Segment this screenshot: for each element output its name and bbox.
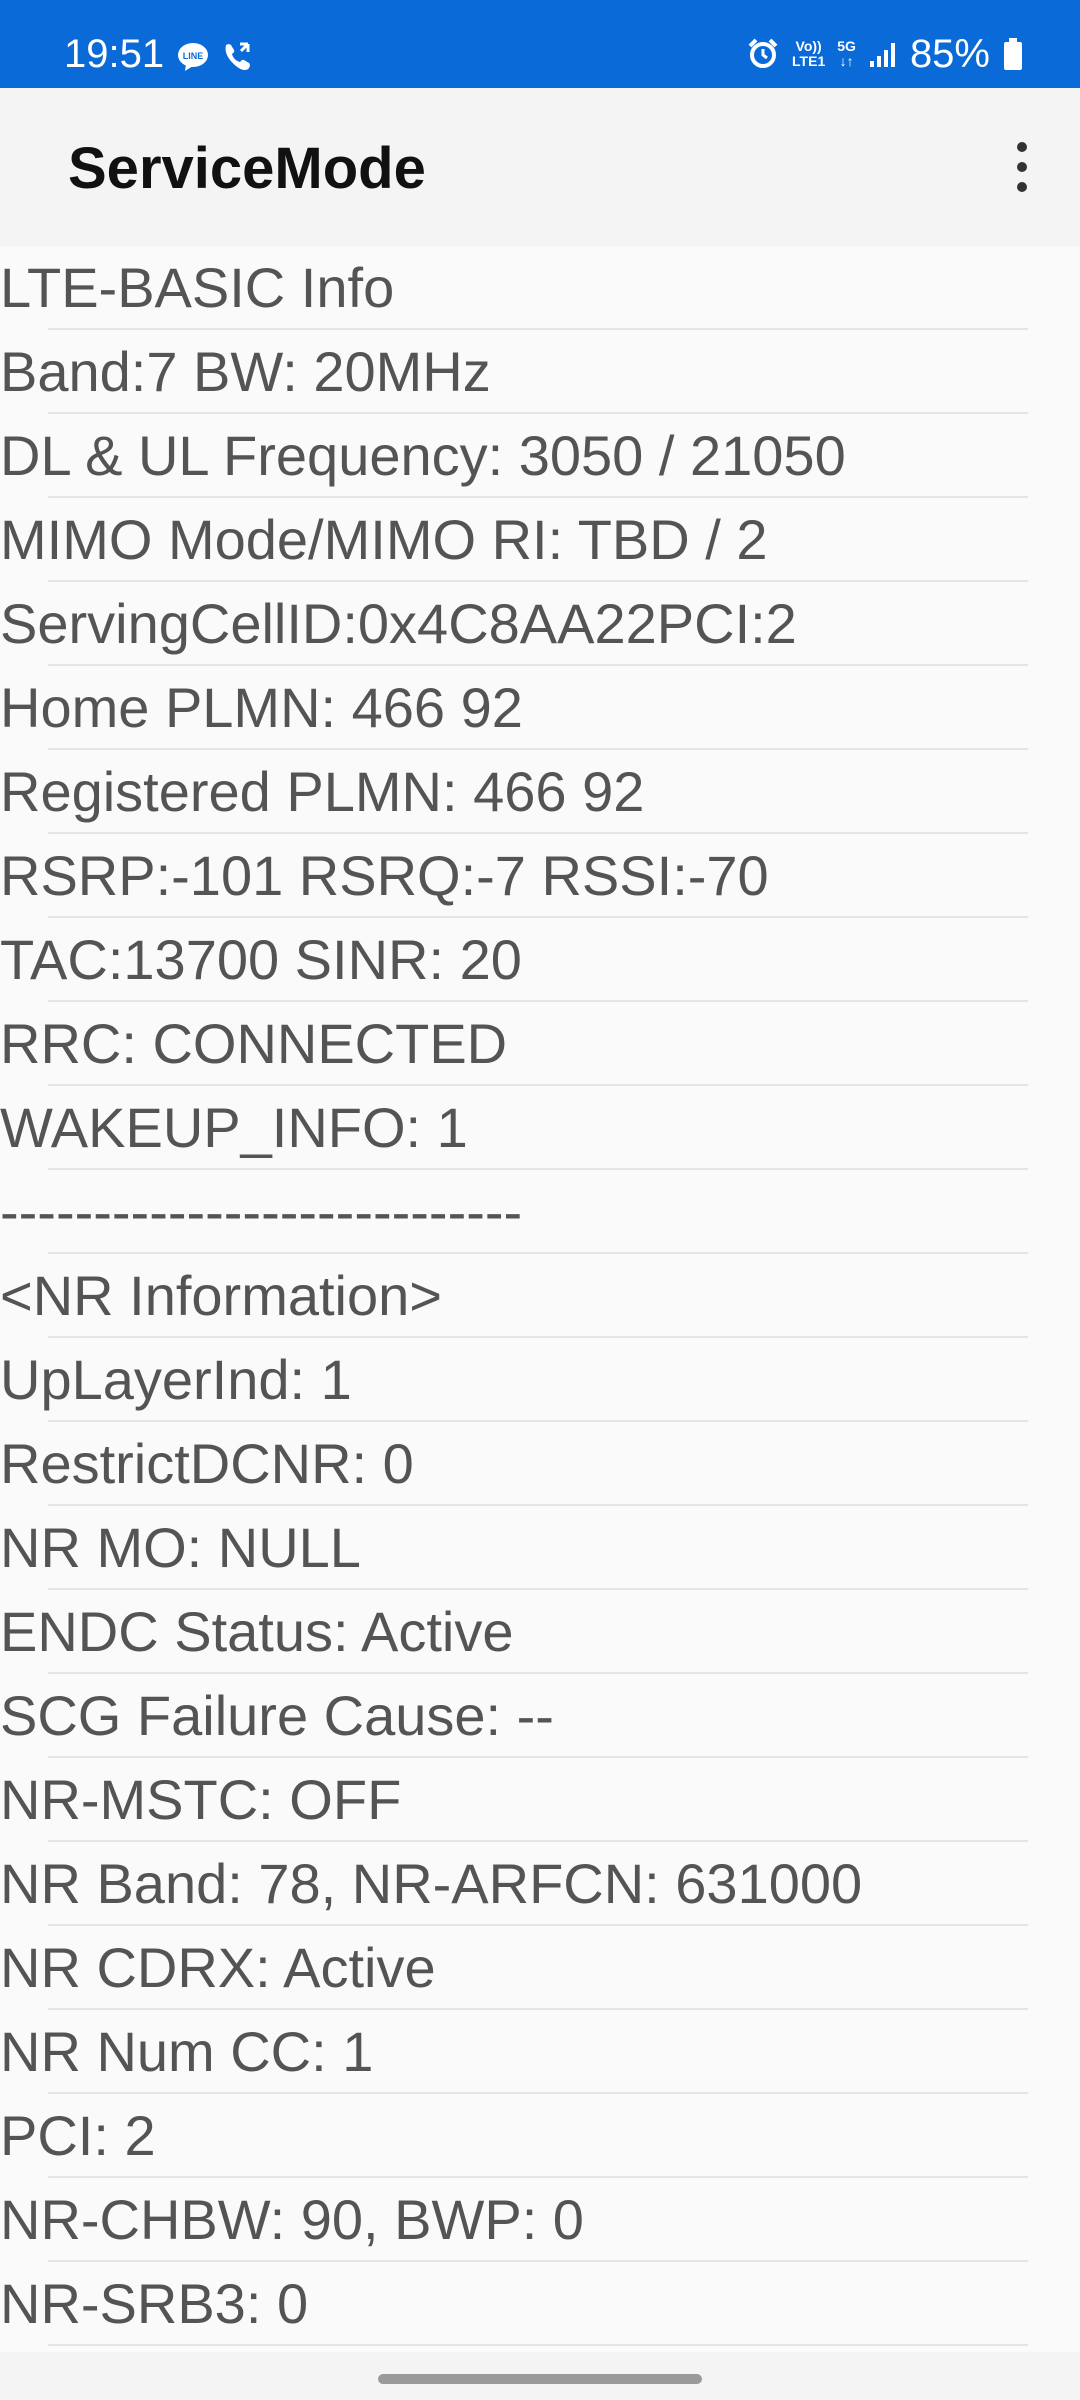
list-item-text: NR MO: NULL — [0, 1516, 361, 1579]
volte-line2: LTE1 — [792, 53, 826, 69]
list-item[interactable]: ENDC Status: Active — [0, 1590, 1080, 1674]
more-vert-icon — [1017, 142, 1027, 152]
more-options-button[interactable] — [982, 112, 1062, 222]
volte-icon: Vo)) LTE1 — [792, 39, 825, 69]
list-item-text: <NR Information> — [0, 1264, 442, 1327]
list-item-text: TAC:13700 SINR: 20 — [0, 928, 522, 991]
list-item-text: NR Band: 78, NR-ARFCN: 631000 — [0, 1852, 863, 1915]
list-item-text: MIMO Mode/MIMO RI: TBD / 2 — [0, 508, 768, 571]
battery-icon — [1004, 38, 1022, 70]
list-item-text: RSRP:-101 RSRQ:-7 RSSI:-70 — [0, 844, 769, 907]
more-vert-icon-dot — [1017, 182, 1027, 192]
list-item[interactable]: Band:7 BW: 20MHz — [0, 330, 1080, 414]
list-item-text: NR Num CC: 1 — [0, 2020, 374, 2083]
list-item-text: ServingCellID:0x4C8AA22PCI:2 — [0, 592, 797, 655]
list-item[interactable]: NR-SRB3: 0 — [0, 2262, 1080, 2346]
list-item[interactable]: LTE-BASIC Info — [0, 246, 1080, 330]
list-item[interactable]: SCG Failure Cause: -- — [0, 1674, 1080, 1758]
network-type: 5G — [837, 38, 856, 54]
signal-icon — [869, 43, 895, 67]
list-item[interactable]: Registered PLMN: 466 92 — [0, 750, 1080, 834]
list-item-text: WAKEUP_INFO: 1 — [0, 1096, 468, 1159]
list-item-text: Home PLMN: 466 92 — [0, 676, 523, 739]
list-item[interactable]: NR CDRX: Active — [0, 1926, 1080, 2010]
notification-icons: LINE — [176, 40, 254, 74]
list-item-text: Registered PLMN: 466 92 — [0, 760, 645, 823]
list-item-text: NR-CHBW: 90, BWP: 0 — [0, 2188, 584, 2251]
list-item[interactable]: NR Num CC: 1 — [0, 2010, 1080, 2094]
list-item-text: RRC: CONNECTED — [0, 1012, 508, 1075]
list-item[interactable]: TAC:13700 SINR: 20 — [0, 918, 1080, 1002]
list-item[interactable]: RRC: CONNECTED — [0, 1002, 1080, 1086]
list-item[interactable]: NR-CHBW: 90, BWP: 0 — [0, 2178, 1080, 2262]
list-item[interactable]: RSRP:-101 RSRQ:-7 RSSI:-70 — [0, 834, 1080, 918]
list-item-text: NR-MSTC: OFF — [0, 1768, 402, 1831]
list-item[interactable]: PCI: 2 — [0, 2094, 1080, 2178]
list-item[interactable]: RestrictDCNR: 0 — [0, 1422, 1080, 1506]
status-bar: 19:51 LINE Vo)) LTE1 5G ↓↑ 85% — [0, 0, 1080, 88]
list-item-text: LTE-BASIC Info — [0, 256, 395, 319]
alarm-icon — [748, 38, 778, 68]
status-time: 19:51 — [64, 32, 165, 76]
page-title: ServiceMode — [68, 136, 426, 201]
list-item[interactable]: NR Band: 78, NR-ARFCN: 631000 — [0, 1842, 1080, 1926]
list-item[interactable]: NR-MSTC: OFF — [0, 1758, 1080, 1842]
list-item[interactable]: DL & UL Frequency: 3050 / 21050 — [0, 414, 1080, 498]
list-item[interactable]: ---------------------------- — [0, 1170, 1080, 1254]
data-arrows-icon: ↓↑ — [839, 53, 854, 69]
more-vert-icon-dot — [1017, 162, 1027, 172]
list-item[interactable]: MIMO Mode/MIMO RI: TBD / 2 — [0, 498, 1080, 582]
list-item[interactable]: NR MO: NULL — [0, 1506, 1080, 1590]
divider — [48, 2344, 1028, 2346]
list-item[interactable]: WAKEUP_INFO: 1 — [0, 1086, 1080, 1170]
volte-line1: Vo)) — [795, 38, 822, 54]
svg-text:LINE: LINE — [183, 51, 204, 61]
home-gesture-handle[interactable] — [378, 2374, 702, 2384]
list-item-text: NR-SRB3: 0 — [0, 2272, 309, 2335]
list-item-text: Band:7 BW: 20MHz — [0, 340, 491, 403]
list-item-text: NR CDRX: Active — [0, 1936, 436, 1999]
list-item-text: PCI: 2 — [0, 2104, 156, 2167]
status-right-icons: Vo)) LTE1 5G ↓↑ 85% — [746, 32, 1024, 76]
battery-percent: 85% — [909, 32, 990, 76]
list-item-text: ENDC Status: Active — [0, 1600, 514, 1663]
list-item[interactable]: ServingCellID:0x4C8AA22PCI:2 — [0, 582, 1080, 666]
line-app-icon: LINE — [178, 43, 208, 71]
list-item[interactable]: Home PLMN: 466 92 — [0, 666, 1080, 750]
call-icon — [225, 42, 250, 71]
list-item[interactable]: <NR Information> — [0, 1254, 1080, 1338]
list-item-text: UpLayerInd: 1 — [0, 1348, 352, 1411]
list-item-text: RestrictDCNR: 0 — [0, 1432, 414, 1495]
info-list[interactable]: LTE-BASIC Info Band:7 BW: 20MHz DL & UL Fr… — [0, 246, 1080, 2346]
list-item[interactable]: UpLayerInd: 1 — [0, 1338, 1080, 1422]
list-item-text: SCG Failure Cause: -- — [0, 1684, 554, 1747]
5g-icon: 5G ↓↑ — [837, 39, 856, 69]
list-item-text: ---------------------------- — [0, 1180, 523, 1243]
list-item-text: DL & UL Frequency: 3050 / 21050 — [0, 424, 846, 487]
